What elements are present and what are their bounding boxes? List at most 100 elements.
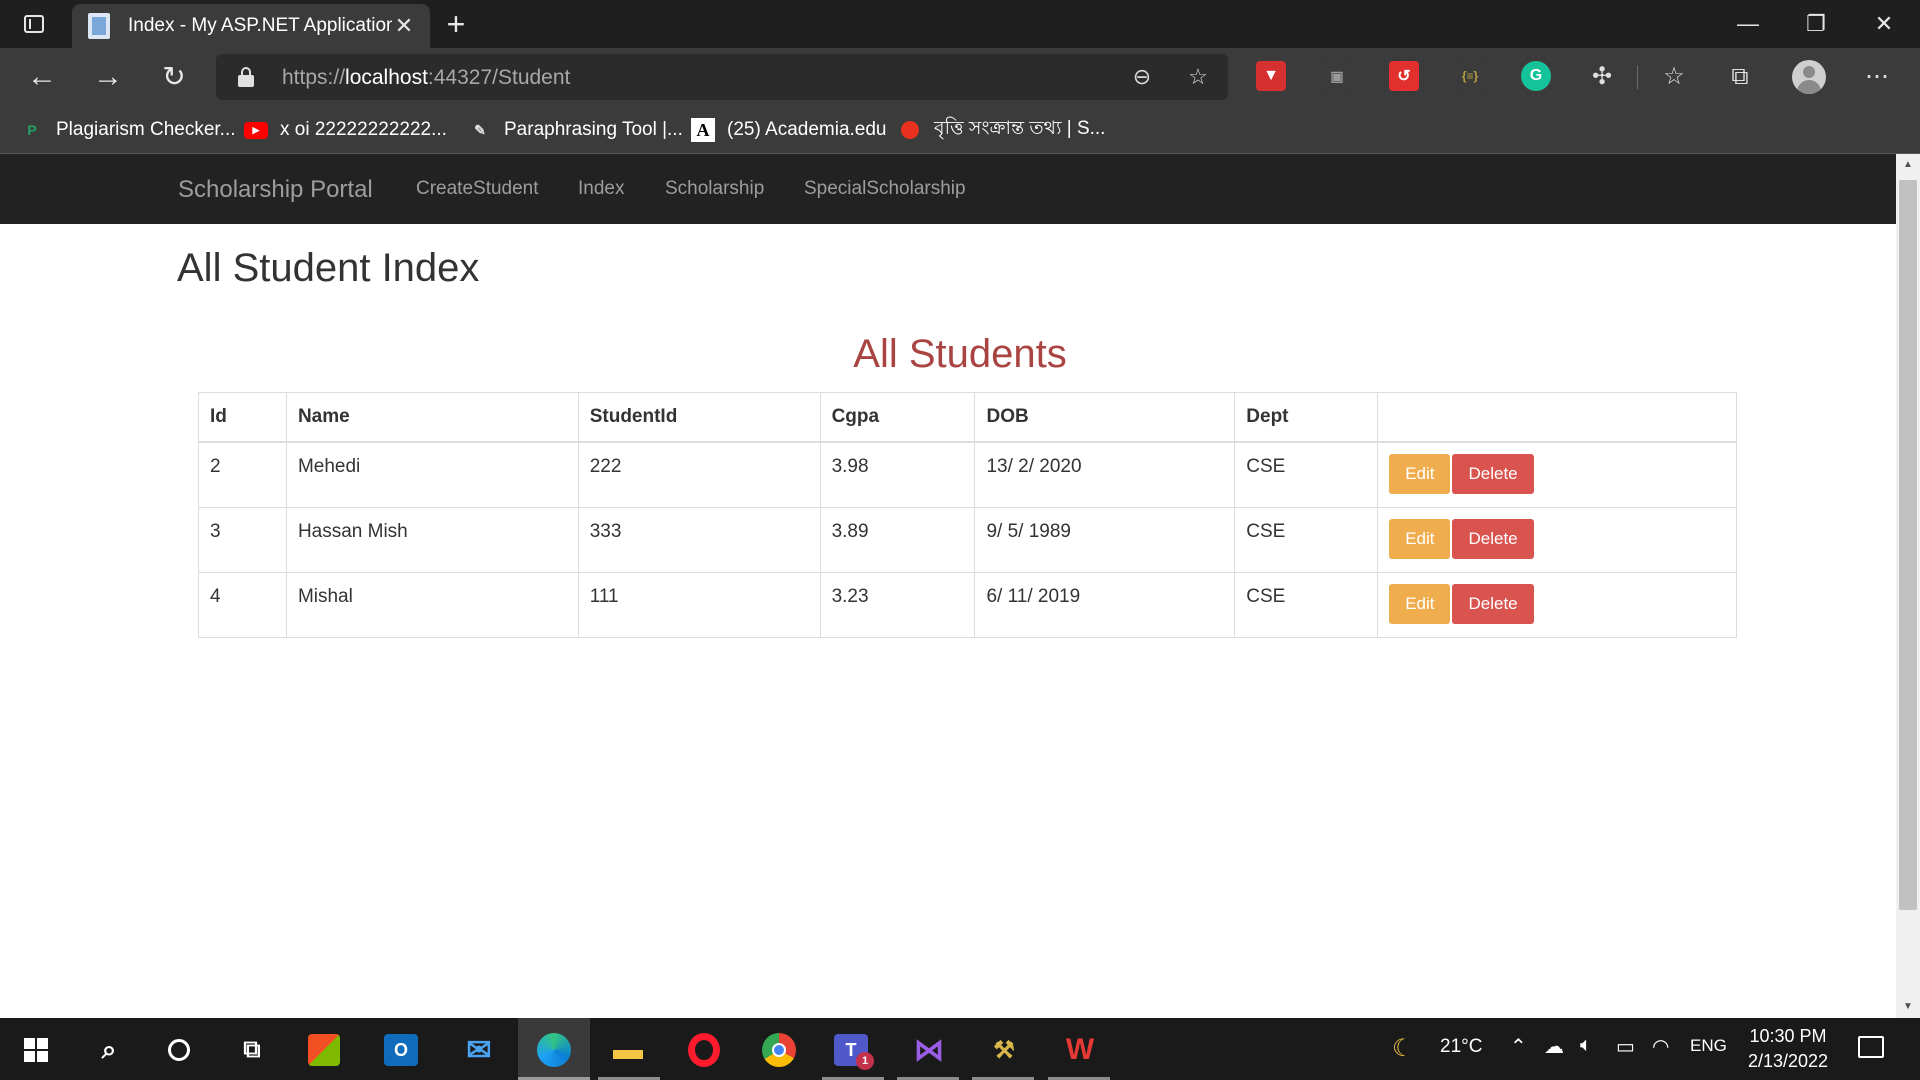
edit-button[interactable]: Edit (1389, 519, 1451, 559)
task-view-icon[interactable]: ⧉ (232, 1030, 272, 1070)
cell-cgpa: 3.23 (819, 572, 976, 638)
sync-extension-icon[interactable]: ↺ (1389, 61, 1419, 91)
restore-button[interactable]: ❐ (1794, 8, 1838, 40)
teams-badge: 1 (856, 1052, 874, 1070)
tools-app-icon[interactable]: ⚒ (984, 1030, 1024, 1070)
close-window-button[interactable]: ✕ (1862, 8, 1906, 40)
column-header-cgpa: Cgpa (819, 392, 976, 443)
windows-start-icon[interactable] (24, 1038, 48, 1062)
bookmark-plagiarism-checker[interactable]: P Plagiarism Checker... (20, 115, 236, 145)
cell-id: 3 (198, 507, 287, 573)
more-options-icon[interactable]: ⋯ (1860, 60, 1894, 94)
add-favorite-icon[interactable]: ☆ (1182, 62, 1214, 92)
delete-button[interactable]: Delete (1452, 584, 1534, 624)
brand-link[interactable]: Scholarship Portal (178, 176, 373, 204)
delete-button[interactable]: Delete (1452, 519, 1534, 559)
mcafee-extension-icon[interactable]: ▼ (1256, 61, 1286, 91)
column-header-dob: DOB (974, 392, 1236, 443)
bookmarks-bar: P Plagiarism Checker... ▶ x oi 222222222… (0, 106, 1920, 154)
microsoft-store-icon[interactable] (308, 1034, 340, 1066)
tab-actions-icon[interactable] (20, 11, 48, 37)
zoom-out-icon[interactable]: ⊖ (1126, 62, 1158, 92)
edit-button[interactable]: Edit (1389, 584, 1451, 624)
cell-id: 4 (198, 572, 287, 638)
taskbar-clock[interactable]: 10:30 PM 2/13/2022 (1740, 1024, 1836, 1074)
bookmark-paraphrasing-tool[interactable]: ✎ Paraphrasing Tool |... (468, 115, 683, 145)
visual-studio-icon[interactable]: ⋈ (909, 1030, 949, 1070)
scroll-down-arrow-icon[interactable]: ▼ (1896, 996, 1920, 1018)
table-row: 4 Mishal 111 3.23 6/ 11/ 2019 CSE Edit De… (198, 572, 1737, 638)
nav-create-student[interactable]: CreateStudent (416, 178, 539, 200)
braces-extension-icon[interactable]: {≡} (1455, 61, 1485, 91)
scroll-up-arrow-icon[interactable]: ▲ (1896, 154, 1920, 176)
windows-taskbar: ⌕ ⧉ O ✉ ▬ T1 ⋈ ⚒ W ☾ 21°C ⌃ ☁ 🔈︎ ▭ ◠ ENG… (0, 1018, 1920, 1080)
bookmark-label: Plagiarism Checker... (56, 119, 236, 140)
back-arrow-icon[interactable]: ← (22, 58, 62, 96)
cell-cgpa: 3.98 (819, 441, 976, 508)
onedrive-icon[interactable]: ☁ (1544, 1034, 1564, 1059)
weather-temperature[interactable]: 21°C (1440, 1036, 1482, 1058)
page-title: All Student Index (177, 246, 480, 290)
opera-icon[interactable] (684, 1030, 724, 1070)
search-icon[interactable]: ⌕ (89, 1030, 129, 1070)
cell-name: Mehedi (285, 441, 579, 508)
cell-actions: Edit Delete (1377, 572, 1737, 638)
cell-dept: CSE (1234, 572, 1379, 638)
address-bar[interactable]: https://localhost:44327/Student ⊖ ☆ (216, 54, 1228, 100)
page-scrollbar[interactable]: ▲ ▼ (1896, 154, 1920, 1018)
tab-close-icon[interactable]: ✕ (392, 13, 416, 39)
refresh-icon[interactable]: ↻ (154, 58, 194, 96)
wifi-icon[interactable]: ◠ (1652, 1034, 1669, 1059)
nav-special-scholarship[interactable]: SpecialScholarship (804, 178, 966, 200)
weather-moon-icon[interactable]: ☾ (1392, 1034, 1414, 1063)
plagiarism-checker-icon: P (27, 122, 37, 138)
extensions-puzzle-icon[interactable]: ✣ (1585, 60, 1619, 94)
browser-tab-active[interactable]: Index - My ASP.NET Application ✕ (72, 4, 430, 48)
collections-icon[interactable]: ⧉ (1723, 60, 1757, 94)
lock-icon[interactable] (238, 67, 254, 87)
edge-browser-icon[interactable] (534, 1030, 574, 1070)
bookmark-label: বৃত্তি সংক্রান্ত তথ্য | S... (934, 118, 1106, 139)
bookmark-scholarship-info[interactable]: বৃত্তি সংক্রান্ত তথ্য | S... (898, 115, 1105, 145)
nav-index[interactable]: Index (578, 178, 624, 200)
notifications-icon[interactable] (1858, 1036, 1884, 1058)
forward-arrow-icon[interactable]: → (88, 58, 128, 96)
grammarly-icon[interactable]: G (1521, 61, 1551, 91)
bookmark-label: (25) Academia.edu (727, 119, 887, 140)
scrollbar-thumb[interactable] (1899, 180, 1917, 910)
cortana-icon[interactable] (159, 1030, 199, 1070)
new-tab-button[interactable]: + (440, 8, 472, 40)
show-hidden-icons-icon[interactable]: ⌃ (1510, 1034, 1527, 1059)
teams-icon[interactable]: T1 (834, 1034, 874, 1070)
bookmark-youtube[interactable]: ▶ x oi 22222222222... (244, 115, 447, 145)
minimize-button[interactable]: — (1726, 8, 1770, 40)
wps-office-icon[interactable]: W (1060, 1030, 1100, 1070)
edit-button[interactable]: Edit (1389, 454, 1451, 494)
delete-button[interactable]: Delete (1452, 454, 1534, 494)
volume-icon[interactable]: 🔈︎ (1580, 1034, 1592, 1057)
column-header-id: Id (198, 392, 287, 443)
bookmark-academia[interactable]: A (25) Academia.edu (691, 115, 887, 145)
input-language[interactable]: ENG (1690, 1036, 1727, 1056)
students-table: Id Name StudentId Cgpa DOB Dept 2 Mehedi… (198, 392, 1737, 638)
chrome-icon[interactable] (759, 1030, 799, 1070)
quill-icon: ✎ (474, 121, 486, 138)
nav-scholarship[interactable]: Scholarship (665, 178, 764, 200)
cell-name: Mishal (285, 572, 579, 638)
cell-student-id: 333 (577, 507, 821, 573)
favorites-icon[interactable]: ☆ (1657, 60, 1691, 94)
column-header-student-id: StudentId (577, 392, 821, 443)
mail-icon[interactable]: ✉ (459, 1030, 499, 1070)
profile-avatar[interactable] (1792, 60, 1826, 94)
extension-disabled-icon[interactable]: ▣ (1322, 61, 1352, 91)
url-text[interactable]: https://localhost:44327/Student (282, 66, 570, 90)
table-row: 3 Hassan Mish 333 3.89 9/ 5/ 1989 CSE Ed… (198, 507, 1737, 573)
cell-dob: 6/ 11/ 2019 (974, 572, 1236, 638)
file-explorer-icon[interactable]: ▬ (608, 1030, 648, 1070)
battery-icon[interactable]: ▭ (1616, 1034, 1635, 1059)
browser-tab-bar: Index - My ASP.NET Application ✕ + — ❐ ✕ (0, 0, 1920, 48)
clock-time: 10:30 PM (1749, 1026, 1827, 1046)
bookmark-label: x oi 22222222222... (280, 119, 447, 140)
cell-id: 2 (198, 441, 287, 508)
outlook-icon[interactable]: O (384, 1034, 418, 1066)
